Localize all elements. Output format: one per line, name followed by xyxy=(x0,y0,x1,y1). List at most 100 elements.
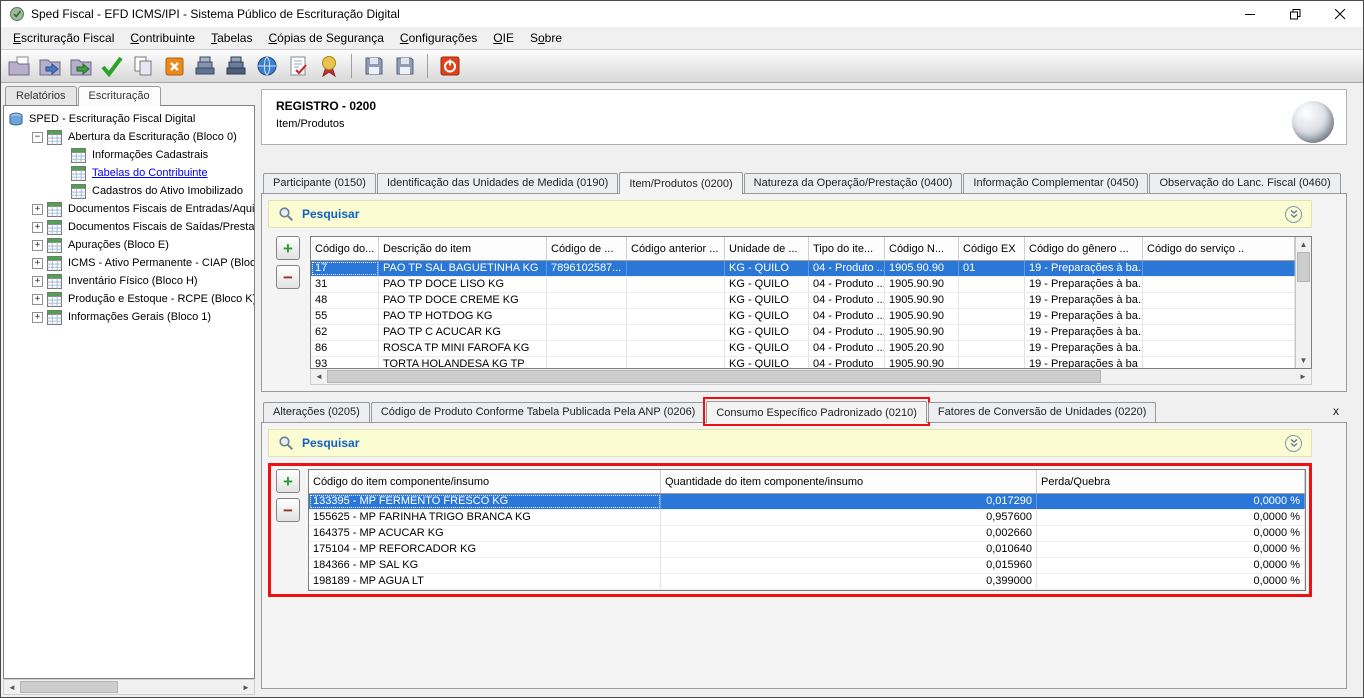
items-grid-vertical-scrollbar[interactable]: ▲ ▼ xyxy=(1295,237,1311,368)
tab-participante-0150[interactable]: Participante (0150) xyxy=(263,173,376,193)
items-row-0[interactable]: 17PAO TP SAL BAGUETINHA KG7896102587...K… xyxy=(311,261,1295,277)
consumption-column-header-0[interactable]: Código do item componente/insumo xyxy=(309,470,661,493)
subtab-codigo-de-produto-conforme-tabela-publicad[interactable]: Código de Produto Conforme Tabela Public… xyxy=(371,402,706,422)
consumption-row-2[interactable]: 164375 - MP ACUCAR KG0,0026600,0000 % xyxy=(309,526,1305,542)
items-row-2[interactable]: 48PAO TP DOCE CREME KGKG - QUILO04 - Pro… xyxy=(311,293,1295,309)
add-item-button[interactable]: + xyxy=(276,236,300,260)
items-column-header-3[interactable]: Código anterior ... xyxy=(627,237,725,260)
items-row-1[interactable]: 31PAO TP DOCE LISO KGKG - QUILO04 - Prod… xyxy=(311,277,1295,293)
tree-item-tabelas-do-contribuinte[interactable]: Tabelas do Contribuinte xyxy=(4,164,254,182)
remove-component-button[interactable]: − xyxy=(276,498,300,522)
items-row-4[interactable]: 62PAO TP C ACUCAR KGKG - QUILO04 - Produ… xyxy=(311,325,1295,341)
import-register-button[interactable] xyxy=(67,52,95,80)
scroll-up-icon[interactable]: ▲ xyxy=(1296,237,1311,252)
exit-application-button[interactable] xyxy=(436,52,464,80)
consumption-row-5[interactable]: 198189 - MP AGUA LT0,3990000,0000 % xyxy=(309,574,1305,590)
internet-transmit-button[interactable] xyxy=(253,52,281,80)
report-verification-button[interactable] xyxy=(284,52,312,80)
panel-tab-escrituracao[interactable]: Escrituração xyxy=(78,86,161,106)
consumption-row-4[interactable]: 184366 - MP SAL KG0,0159600,0000 % xyxy=(309,558,1305,574)
menu-tabelas[interactable]: Tabelas xyxy=(203,28,260,48)
consumption-row-1[interactable]: 155625 - MP FARINHA TRIGO BRANCA KG0,957… xyxy=(309,510,1305,526)
tree-expand-icon[interactable]: + xyxy=(32,258,43,269)
collapse-search-button[interactable] xyxy=(1285,435,1302,452)
subtab-consumo-especifico-padronizado-0210[interactable]: Consumo Específico Padronizado (0210) xyxy=(706,401,927,423)
tree-horizontal-scrollbar[interactable]: ◄ ► xyxy=(3,679,255,695)
maintenance-contributor-button[interactable] xyxy=(222,52,250,80)
tree-expand-icon[interactable]: + xyxy=(32,204,43,215)
minimize-button[interactable] xyxy=(1228,1,1273,27)
tree-item-apuracoes-bloco-e[interactable]: +Apurações (Bloco E) xyxy=(4,236,254,254)
tab-informacao-complementar-0450[interactable]: Informação Complementar (0450) xyxy=(963,173,1148,193)
tree-item-producao-e-estoque-rcpe-bloco-k[interactable]: +Produção e Estoque - RCPE (Bloco K) xyxy=(4,290,254,308)
items-column-header-7[interactable]: Código EX xyxy=(959,237,1025,260)
items-column-header-5[interactable]: Tipo do ite... xyxy=(809,237,885,260)
digital-certificate-button[interactable] xyxy=(315,52,343,80)
search-label[interactable]: Pesquisar xyxy=(302,207,359,221)
validate-register-button[interactable] xyxy=(98,52,126,80)
menu-copias-de-seguranca[interactable]: Cópias de Segurança xyxy=(260,28,391,48)
items-row-6[interactable]: 93TORTA HOLANDESA KG TPKG - QUILO04 - Pr… xyxy=(311,357,1295,368)
close-detail-button[interactable]: x xyxy=(1325,404,1347,418)
menu-escrituracao-fiscal[interactable]: Escrituração Fiscal xyxy=(5,28,122,48)
tree-expand-icon[interactable]: + xyxy=(32,294,43,305)
subtab-alteracoes-0205[interactable]: Alterações (0205) xyxy=(263,402,370,422)
menu-configuracoes[interactable]: Configurações xyxy=(392,28,485,48)
items-grid-horizontal-scrollbar[interactable]: ◄ ► xyxy=(310,369,1312,385)
tree-expand-icon[interactable]: + xyxy=(32,240,43,251)
scroll-right-icon[interactable]: ► xyxy=(238,680,254,694)
menu-sobre[interactable]: Sobre xyxy=(522,28,570,48)
consumption-column-header-2[interactable]: Perda/Quebra xyxy=(1037,470,1305,493)
tree-scroll-track[interactable] xyxy=(20,680,238,694)
items-column-header-6[interactable]: Código N... xyxy=(885,237,959,260)
tab-identificacao-das-unidades-de-medida-0190[interactable]: Identificação das Unidades de Medida (01… xyxy=(377,173,618,193)
maintenance-tables-button[interactable] xyxy=(191,52,219,80)
tree-collapse-icon[interactable]: − xyxy=(32,132,43,143)
items-column-header-1[interactable]: Descrição do item xyxy=(379,237,547,260)
tree-item-informacoes-cadastrais[interactable]: Informações Cadastrais xyxy=(4,146,254,164)
tree-item-documentos-fiscais-de-entradas-aquisi[interactable]: +Documentos Fiscais de Entradas/Aquisi xyxy=(4,200,254,218)
tree-item-sped-escrituracao-fiscal-digital[interactable]: SPED - Escrituração Fiscal Digital xyxy=(4,110,254,128)
items-column-header-9[interactable]: Código do serviço .. xyxy=(1143,237,1295,260)
scroll-left-icon[interactable]: ◄ xyxy=(311,369,327,384)
tree-expand-icon[interactable]: + xyxy=(32,312,43,323)
close-button[interactable] xyxy=(1318,1,1363,27)
consumption-row-0[interactable]: 133395 - MP FERMENTO FRESCO KG0,0172900,… xyxy=(309,494,1305,510)
tree-item-documentos-fiscais-de-saidas-prestaca[interactable]: +Documentos Fiscais de Saídas/Prestaçã xyxy=(4,218,254,236)
search-label[interactable]: Pesquisar xyxy=(302,436,359,450)
consumption-row-3[interactable]: 175104 - MP REFORCADOR KG0,0106400,0000 … xyxy=(309,542,1305,558)
items-hscroll-track[interactable] xyxy=(327,369,1295,384)
new-register-button[interactable] xyxy=(5,52,33,80)
tree-item-inventario-fisico-bloco-h[interactable]: +Inventário Físico (Bloco H) xyxy=(4,272,254,290)
backup-save-button[interactable] xyxy=(360,52,388,80)
consumption-column-header-1[interactable]: Quantidade do item componente/insumo xyxy=(661,470,1037,493)
copy-register-button[interactable] xyxy=(129,52,157,80)
backup-restore-button[interactable] xyxy=(391,52,419,80)
items-hscroll-thumb[interactable] xyxy=(327,370,1101,383)
menu-oie[interactable]: OIE xyxy=(485,28,522,48)
tree-item-cadastros-do-ativo-imobilizado[interactable]: Cadastros do Ativo Imobilizado xyxy=(4,182,254,200)
items-column-header-0[interactable]: Código do... xyxy=(311,237,379,260)
tree-item-icms-ativo-permanente-ciap-bloco[interactable]: +ICMS - Ativo Permanente - CIAP (Bloco xyxy=(4,254,254,272)
tab-observacao-do-lanc-fiscal-0460[interactable]: Observação do Lanc. Fiscal (0460) xyxy=(1149,173,1340,193)
items-column-header-4[interactable]: Unidade de ... xyxy=(725,237,809,260)
items-row-3[interactable]: 55PAO TP HOTDOG KGKG - QUILO04 - Produto… xyxy=(311,309,1295,325)
scroll-right-icon[interactable]: ► xyxy=(1295,369,1311,384)
subtab-fatores-de-conversao-de-unidades-0220[interactable]: Fatores de Conversão de Unidades (0220) xyxy=(928,402,1157,422)
items-vscroll-thumb[interactable] xyxy=(1297,252,1310,282)
items-column-header-2[interactable]: Código de ... xyxy=(547,237,627,260)
scroll-left-icon[interactable]: ◄ xyxy=(4,680,20,694)
remove-item-button[interactable]: − xyxy=(276,265,300,289)
cancel-register-button[interactable] xyxy=(160,52,188,80)
add-component-button[interactable]: + xyxy=(276,469,300,493)
items-vscroll-track[interactable] xyxy=(1296,252,1311,353)
tab-natureza-da-operacao-prestacao-0400[interactable]: Natureza da Operação/Prestação (0400) xyxy=(744,173,963,193)
tree-item-abertura-da-escrituracao-bloco-0[interactable]: −Abertura da Escrituração (Bloco 0) xyxy=(4,128,254,146)
open-register-button[interactable] xyxy=(36,52,64,80)
tree-expand-icon[interactable]: + xyxy=(32,276,43,287)
tab-item-produtos-0200[interactable]: Item/Produtos (0200) xyxy=(619,172,742,194)
tree-scroll-thumb[interactable] xyxy=(20,681,118,693)
items-column-header-8[interactable]: Código do gênero ... xyxy=(1025,237,1143,260)
scroll-down-icon[interactable]: ▼ xyxy=(1296,353,1311,368)
menu-contribuinte[interactable]: Contribuinte xyxy=(122,28,203,48)
